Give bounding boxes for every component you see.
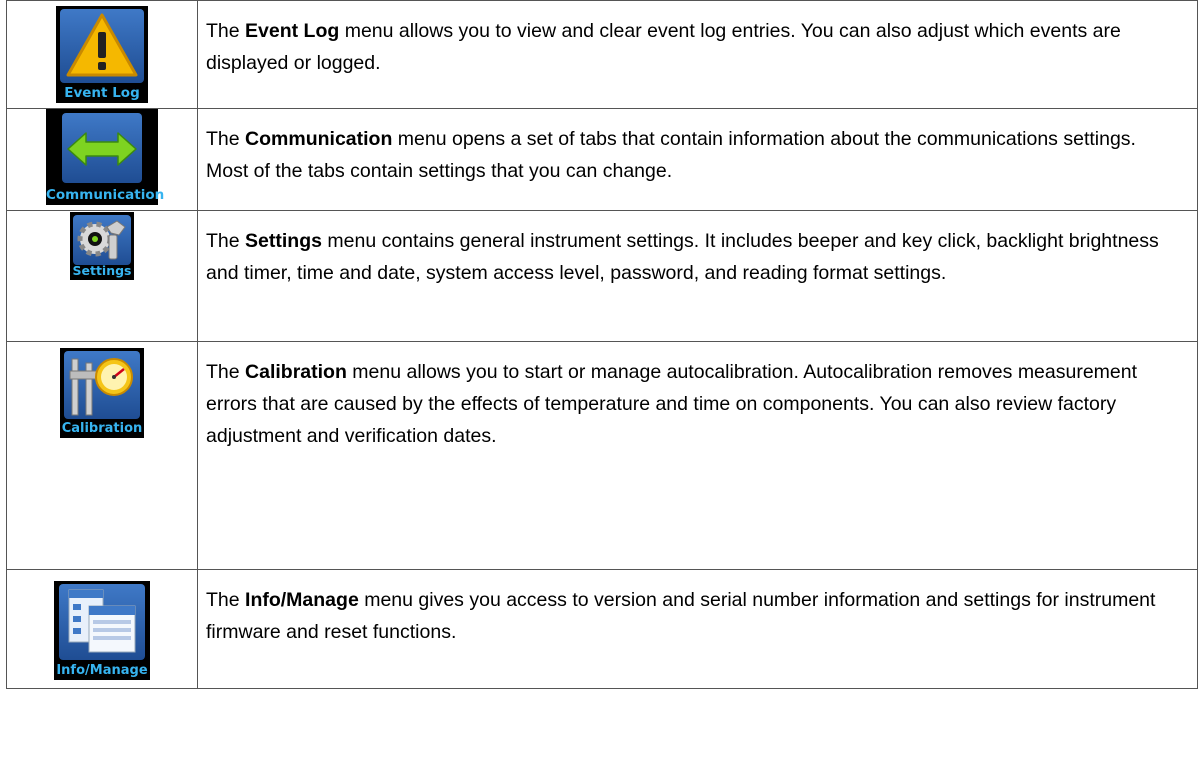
- description-cell: The Settings menu contains general instr…: [197, 210, 1198, 342]
- icon-cell: Info/Manage: [6, 569, 198, 689]
- description-cell: The Event Log menu allows you to view an…: [197, 0, 1198, 109]
- article: The: [206, 128, 240, 150]
- table-row: Info/Manage The Info/Manage menu gives y…: [6, 569, 1198, 689]
- icon-cell: Event Log: [6, 0, 198, 109]
- icon-caption: Calibration: [61, 421, 143, 436]
- menu-name: Info/Manage: [245, 589, 359, 611]
- article: The: [206, 20, 240, 42]
- caliper-gauge-icon: [69, 358, 133, 416]
- info-manage-icon: Info/Manage: [54, 581, 150, 680]
- article: The: [206, 589, 240, 611]
- table-row: Event Log The Event Log menu allows you …: [6, 0, 1198, 109]
- windows-icon: [68, 589, 136, 653]
- table-row: Settings The Settings menu contains gene…: [6, 210, 1198, 342]
- menu-name: Event Log: [245, 20, 340, 42]
- description: menu contains general instrument setting…: [206, 230, 1159, 284]
- calibration-icon: Calibration: [60, 348, 144, 438]
- article: The: [206, 230, 240, 252]
- icon-caption: Event Log: [64, 85, 140, 101]
- menu-name: Calibration: [245, 361, 347, 383]
- warning-icon: [66, 13, 138, 77]
- icon-caption: Info/Manage: [56, 663, 148, 678]
- communication-icon: Communication: [46, 109, 165, 205]
- description-cell: The Info/Manage menu gives you access to…: [197, 569, 1198, 689]
- menu-table: Event Log The Event Log menu allows you …: [6, 0, 1198, 689]
- icon-caption: Communication: [46, 187, 165, 203]
- icon-cell: Communication: [6, 108, 198, 211]
- menu-name: Communication: [245, 128, 393, 150]
- icon-cell: Settings: [6, 210, 198, 342]
- description-cell: The Calibration menu allows you to start…: [197, 341, 1198, 570]
- description-cell: The Communication menu opens a set of ta…: [197, 108, 1198, 211]
- icon-caption: Settings: [72, 263, 132, 278]
- event-log-icon: Event Log: [56, 6, 148, 103]
- menu-name: Settings: [245, 230, 322, 252]
- double-arrow-icon: [67, 132, 137, 166]
- article: The: [206, 361, 240, 383]
- table-row: Calibration The Calibration menu allows …: [6, 341, 1198, 570]
- gear-wrench-icon: [77, 220, 126, 260]
- description: menu allows you to view and clear event …: [206, 20, 1121, 74]
- icon-cell: Calibration: [6, 341, 198, 570]
- table-row: Communication The Communication menu ope…: [6, 108, 1198, 211]
- settings-icon: Settings: [70, 212, 134, 280]
